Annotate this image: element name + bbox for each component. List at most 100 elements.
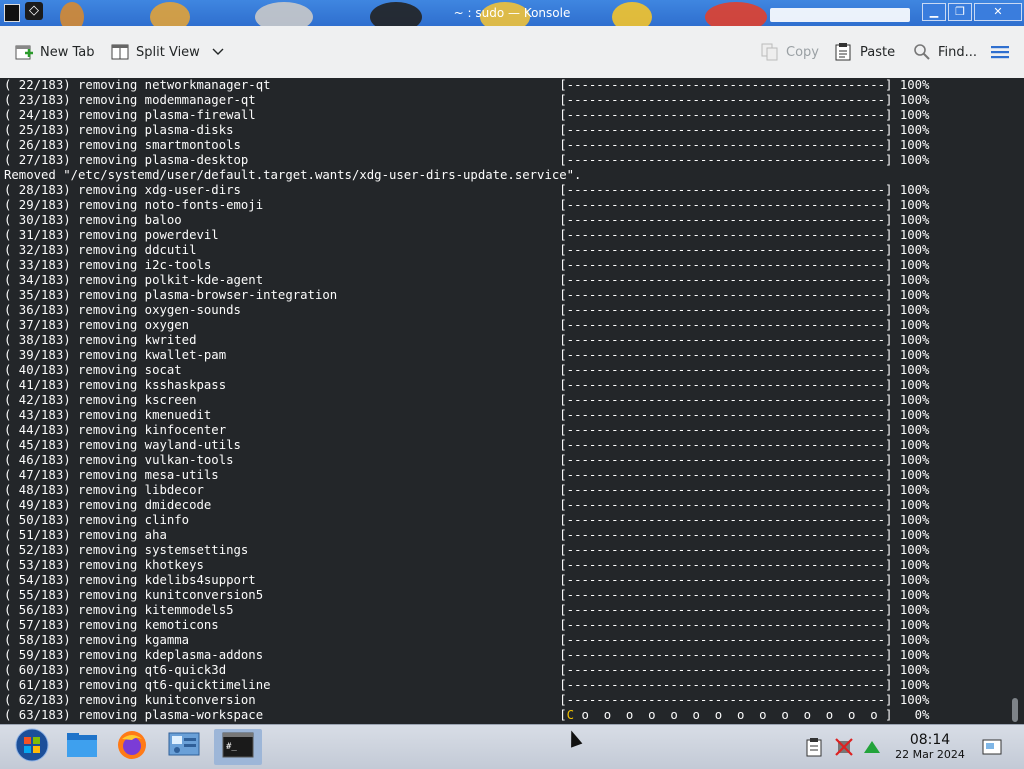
- progress-percent: 100%: [892, 93, 930, 107]
- progress-percent: 100%: [892, 453, 930, 467]
- progress-label: ( 41/183) removing ksshaskpass: [4, 378, 560, 392]
- progress-percent: 100%: [892, 333, 930, 347]
- terminal-progress-line: ( 35/183) removing plasma-browser-integr…: [4, 288, 929, 303]
- terminal-progress-line: ( 57/183) removing kemoticons [---------…: [4, 618, 929, 633]
- progress-percent: 100%: [892, 438, 930, 452]
- progress-bar: [---------------------------------------…: [559, 78, 893, 92]
- progress-label: ( 30/183) removing baloo: [4, 213, 560, 227]
- progress-label: ( 26/183) removing smartmontools: [4, 138, 560, 152]
- progress-percent: 100%: [892, 288, 930, 302]
- clock[interactable]: 08:14 22 Mar 2024: [890, 732, 970, 762]
- progress-percent: 100%: [892, 123, 930, 137]
- progress-percent: 100%: [892, 78, 930, 92]
- progress-percent: 100%: [892, 348, 930, 362]
- paste-button[interactable]: Paste: [834, 41, 895, 63]
- terminal-message-line: Removed "/etc/systemd/user/default.targe…: [4, 168, 582, 182]
- start-menu-button[interactable]: [12, 728, 52, 765]
- progress-percent: 100%: [892, 108, 930, 122]
- taskbar-system-settings[interactable]: [164, 729, 204, 765]
- progress-percent: 100%: [892, 138, 930, 152]
- copy-button[interactable]: Copy: [760, 41, 819, 63]
- terminal-progress-line: ( 37/183) removing oxygen [-------------…: [4, 318, 929, 333]
- progress-bar: [---------------------------------------…: [559, 408, 893, 422]
- progress-bar: [---------------------------------------…: [559, 528, 893, 542]
- progress-label: ( 47/183) removing mesa-utils: [4, 468, 560, 482]
- split-view-button[interactable]: Split View: [110, 41, 224, 63]
- progress-bar: [---------------------------------------…: [559, 93, 893, 107]
- progress-percent: 100%: [892, 258, 930, 272]
- progress-percent: 100%: [892, 633, 930, 647]
- progress-label: ( 28/183) removing xdg-user-dirs: [4, 183, 560, 197]
- network-disconnected-icon[interactable]: [834, 737, 854, 757]
- progress-percent: 100%: [892, 663, 930, 677]
- terminal-view[interactable]: ( 22/183) removing networkmanager-qt [--…: [0, 78, 1024, 724]
- terminal-progress-line: ( 34/183) removing polkit-kde-agent [---…: [4, 273, 929, 288]
- progress-bar: [---------------------------------------…: [559, 318, 893, 332]
- find-label: Find...: [938, 44, 978, 60]
- progress-label: ( 63/183) removing plasma-workspace: [4, 708, 560, 722]
- show-desktop-icon[interactable]: [982, 737, 1002, 757]
- taskbar-file-manager[interactable]: [62, 729, 102, 765]
- new-tab-label: New Tab: [40, 44, 95, 60]
- chevron-down-icon[interactable]: [212, 46, 224, 59]
- progress-label: ( 42/183) removing kscreen: [4, 393, 560, 407]
- progress-label: ( 56/183) removing kitemmodels5: [4, 603, 560, 617]
- progress-label: ( 59/183) removing kdeplasma-addons: [4, 648, 560, 662]
- terminal-icon: #_: [222, 732, 254, 762]
- progress-label: ( 31/183) removing powerdevil: [4, 228, 560, 242]
- progress-bar: [---------------------------------------…: [559, 453, 893, 467]
- taskbar-konsole[interactable]: #_: [214, 729, 262, 765]
- clipboard-icon[interactable]: [804, 737, 824, 757]
- copy-label: Copy: [786, 44, 819, 60]
- terminal-progress-line: ( 27/183) removing plasma-desktop [-----…: [4, 153, 929, 168]
- progress-percent: 100%: [892, 378, 930, 392]
- progress-percent: 100%: [892, 303, 930, 317]
- svg-text:#_: #_: [226, 742, 237, 752]
- progress-bar: [---------------------------------------…: [559, 303, 893, 317]
- progress-bar: [---------------------------------------…: [559, 423, 893, 437]
- progress-bar: [---------------------------------------…: [559, 138, 893, 152]
- paste-icon: [834, 43, 854, 61]
- progress-percent: 100%: [892, 363, 930, 377]
- terminal-progress-line: ( 50/183) removing clinfo [-------------…: [4, 513, 929, 528]
- pacman-cursor: C: [566, 708, 575, 722]
- terminal-progress-line: ( 60/183) removing qt6-quick3d [--------…: [4, 663, 929, 678]
- taskbar-firefox[interactable]: [112, 729, 152, 765]
- terminal-progress-line: ( 30/183) removing baloo [--------------…: [4, 213, 929, 228]
- progress-bar: [---------------------------------------…: [559, 648, 893, 662]
- new-tab-button[interactable]: New Tab: [14, 41, 95, 63]
- progress-bar: [---------------------------------------…: [559, 228, 893, 242]
- terminal-progress-line: ( 39/183) removing kwallet-pam [--------…: [4, 348, 929, 363]
- updates-arrow-icon[interactable]: [862, 737, 882, 757]
- maximize-button[interactable]: ❐: [948, 3, 972, 21]
- progress-label: ( 44/183) removing kinfocenter: [4, 423, 560, 437]
- progress-bar: [---------------------------------------…: [559, 363, 893, 377]
- progress-bar: [---------------------------------------…: [559, 558, 893, 572]
- progress-bar: [---------------------------------------…: [559, 153, 893, 167]
- progress-bar: [---------------------------------------…: [559, 288, 893, 302]
- find-button[interactable]: Find...: [912, 41, 977, 63]
- minimize-button[interactable]: ▁: [922, 3, 946, 21]
- progress-label: ( 29/183) removing noto-fonts-emoji: [4, 198, 560, 212]
- progress-bar: [---------------------------------------…: [559, 183, 893, 197]
- taskbar: #_ 08:14 22 Mar 2024: [0, 724, 1024, 769]
- progress-bar: [---------------------------------------…: [559, 108, 893, 122]
- progress-bar: [---------------------------------------…: [559, 573, 893, 587]
- terminal-progress-line: ( 32/183) removing ddcutil [------------…: [4, 243, 929, 258]
- progress-percent: 100%: [892, 243, 930, 257]
- terminal-progress-line: ( 28/183) removing xdg-user-dirs [------…: [4, 183, 929, 198]
- progress-label: ( 53/183) removing khotkeys: [4, 558, 560, 572]
- close-button[interactable]: ✕: [974, 3, 1022, 21]
- terminal-scrollbar[interactable]: [1012, 698, 1018, 722]
- progress-bar: [---------------------------------------…: [559, 588, 893, 602]
- progress-bar: [---------------------------------------…: [559, 123, 893, 137]
- hamburger-menu-button[interactable]: [990, 41, 1010, 63]
- progress-label: ( 60/183) removing qt6-quick3d: [4, 663, 560, 677]
- progress-percent: 0%: [892, 708, 930, 722]
- terminal-progress-line: ( 43/183) removing kmenuedit [----------…: [4, 408, 929, 423]
- terminal-progress-line: ( 33/183) removing i2c-tools [----------…: [4, 258, 929, 273]
- copy-icon: [760, 43, 780, 61]
- terminal-progress-line: ( 61/183) removing qt6-quicktimeline [--…: [4, 678, 929, 693]
- progress-bar: [---------------------------------------…: [559, 438, 893, 452]
- window-titlebar[interactable]: ◇ ~ : sudo — Konsole ▁ ❐ ✕: [0, 0, 1024, 26]
